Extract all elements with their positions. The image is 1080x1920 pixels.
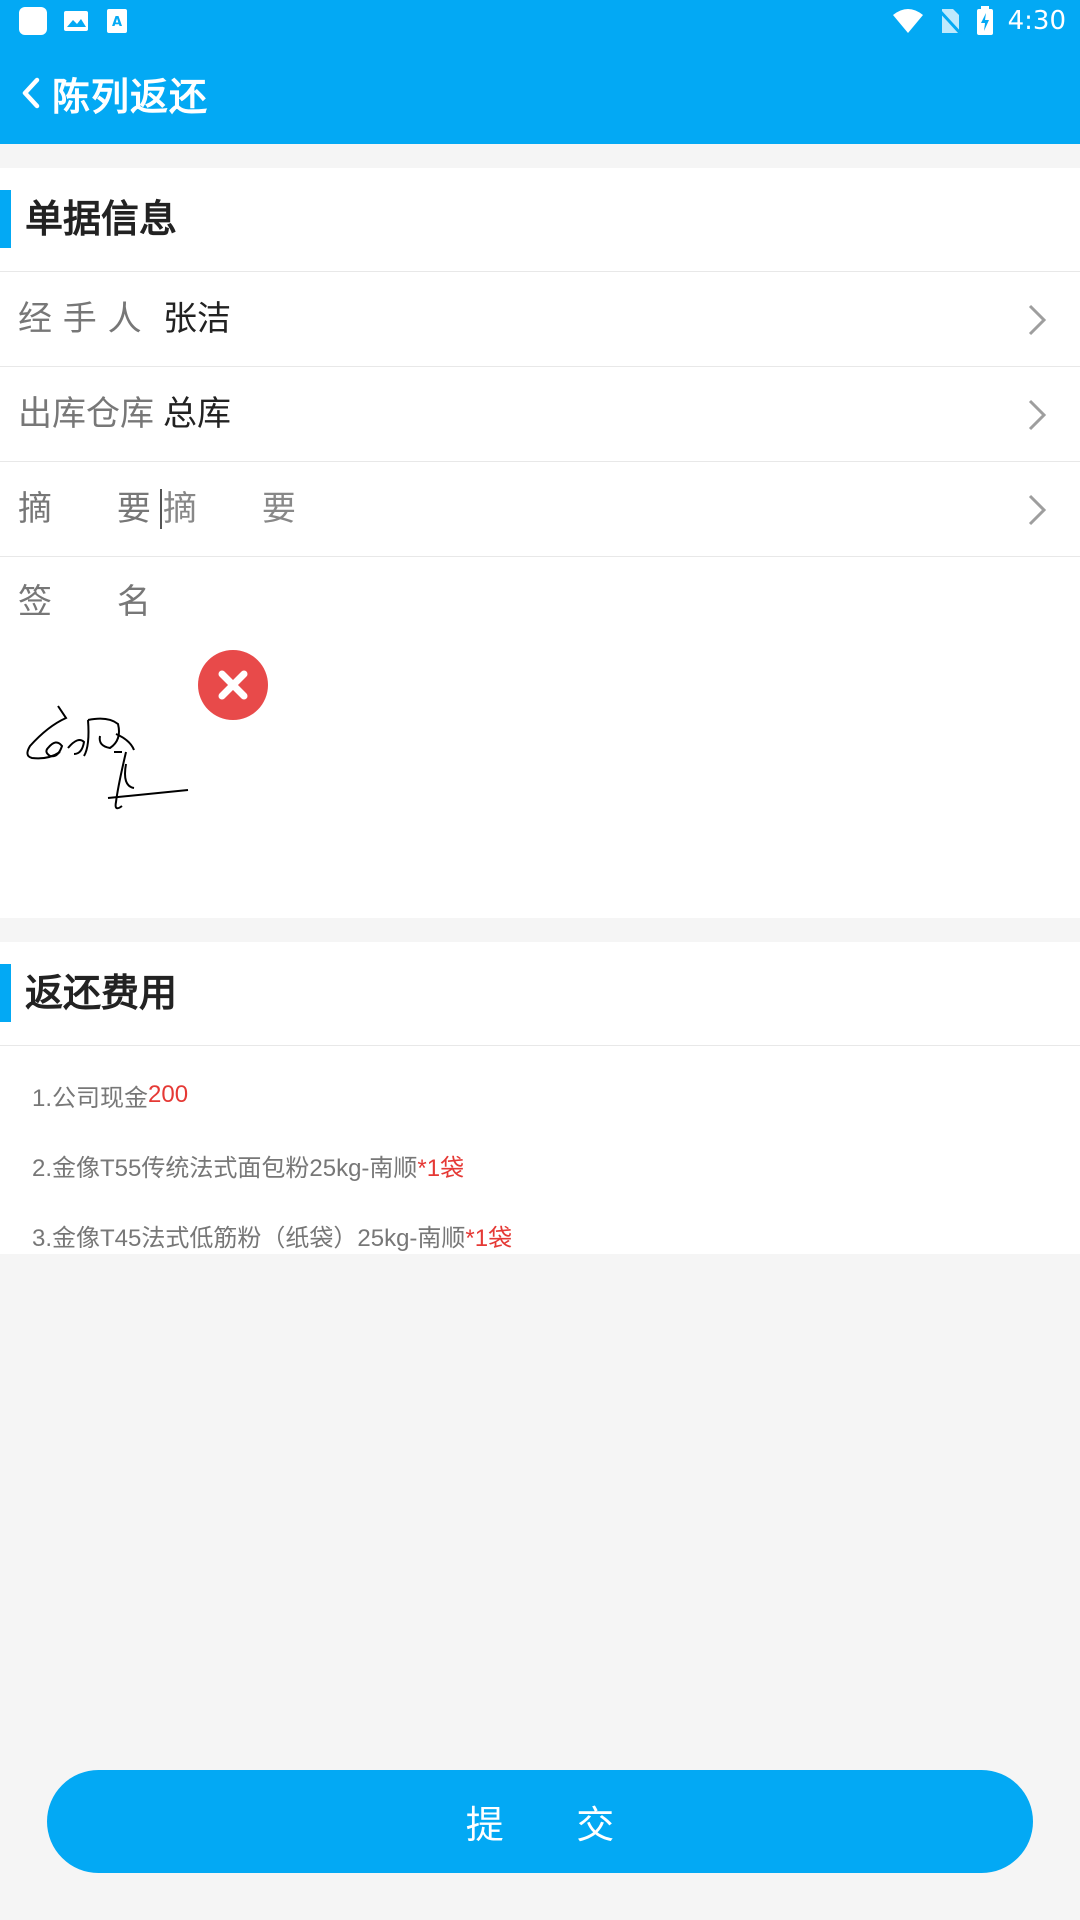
- list-item: 3.金像T45法式低筋粉（纸袋）25kg-南顺 *1袋: [0, 1200, 1080, 1270]
- no-sim-icon: [937, 8, 962, 35]
- fee-item-amount: *1袋: [465, 1224, 513, 1252]
- chevron-right-icon: [1028, 494, 1047, 526]
- back-button[interactable]: [0, 42, 52, 144]
- fee-item-text: 2.金像T55传统法式面包粉25kg-南顺: [32, 1154, 418, 1182]
- warehouse-label: 出库仓库: [18, 394, 154, 434]
- document-info-card: 单据信息 经 手 人 张洁 出库仓库 总库 摘 要 摘 要 签 名: [0, 168, 1080, 918]
- fee-item-text: 3.金像T45法式低筋粉（纸袋）25kg-南顺: [32, 1224, 466, 1252]
- return-fees-header: 返还费用: [0, 942, 1080, 1046]
- wifi-icon: [892, 9, 923, 33]
- warehouse-row[interactable]: 出库仓库 总库: [0, 367, 1080, 462]
- fee-item-amount: *1袋: [417, 1154, 465, 1182]
- chevron-right-icon: [1028, 399, 1047, 431]
- submit-button[interactable]: 提 交: [47, 1770, 1033, 1873]
- signature-label: 签 名: [18, 582, 151, 622]
- text-cursor: [160, 489, 162, 529]
- submit-button-label: 提 交: [465, 1803, 615, 1847]
- document-info-header: 单据信息: [0, 168, 1080, 272]
- fee-item-amount: 200: [148, 1081, 189, 1108]
- close-circle-icon: [218, 670, 248, 700]
- svg-text:A: A: [112, 15, 122, 30]
- status-bar-left-icons: A: [18, 6, 130, 36]
- signature-image[interactable]: [18, 696, 198, 836]
- chevron-left-icon: [22, 77, 40, 109]
- list-item: 2.金像T55传统法式面包粉25kg-南顺 *1袋: [0, 1130, 1080, 1200]
- section-title: 单据信息: [25, 197, 178, 241]
- status-time: 4:30: [1007, 6, 1066, 36]
- image-icon: [64, 11, 88, 31]
- delete-signature-button[interactable]: [198, 650, 268, 720]
- warehouse-value: 总库: [163, 394, 231, 434]
- app-bar: 陈列返还: [0, 42, 1080, 144]
- fee-list: 1.公司现金 200 2.金像T55传统法式面包粉25kg-南顺 *1袋 3.金像T…: [0, 1046, 1080, 1270]
- summary-input[interactable]: 摘 要: [163, 487, 296, 531]
- status-bar: A 4:30: [0, 0, 1080, 42]
- text-icon: A: [107, 9, 127, 33]
- handler-label: 经 手 人: [18, 299, 142, 339]
- app-icon: [19, 7, 47, 35]
- summary-row[interactable]: 摘 要 摘 要: [0, 462, 1080, 557]
- section-accent-bar: [0, 964, 11, 1022]
- list-item: 1.公司现金 200: [0, 1060, 1080, 1130]
- handler-value: 张洁: [163, 299, 231, 339]
- section-title: 返还费用: [25, 971, 178, 1015]
- battery-charging-icon: [976, 6, 993, 35]
- status-bar-right-icons: 4:30: [892, 4, 1066, 38]
- fee-item-text: 1.公司现金: [32, 1084, 149, 1112]
- chevron-right-icon: [1028, 304, 1047, 336]
- return-fees-card: 返还费用 1.公司现金 200 2.金像T55传统法式面包粉25kg-南顺 *1袋 …: [0, 942, 1080, 1254]
- summary-label: 摘 要: [18, 489, 151, 529]
- handler-row[interactable]: 经 手 人 张洁: [0, 272, 1080, 367]
- page-title: 陈列返还: [52, 74, 209, 119]
- section-accent-bar: [0, 190, 11, 248]
